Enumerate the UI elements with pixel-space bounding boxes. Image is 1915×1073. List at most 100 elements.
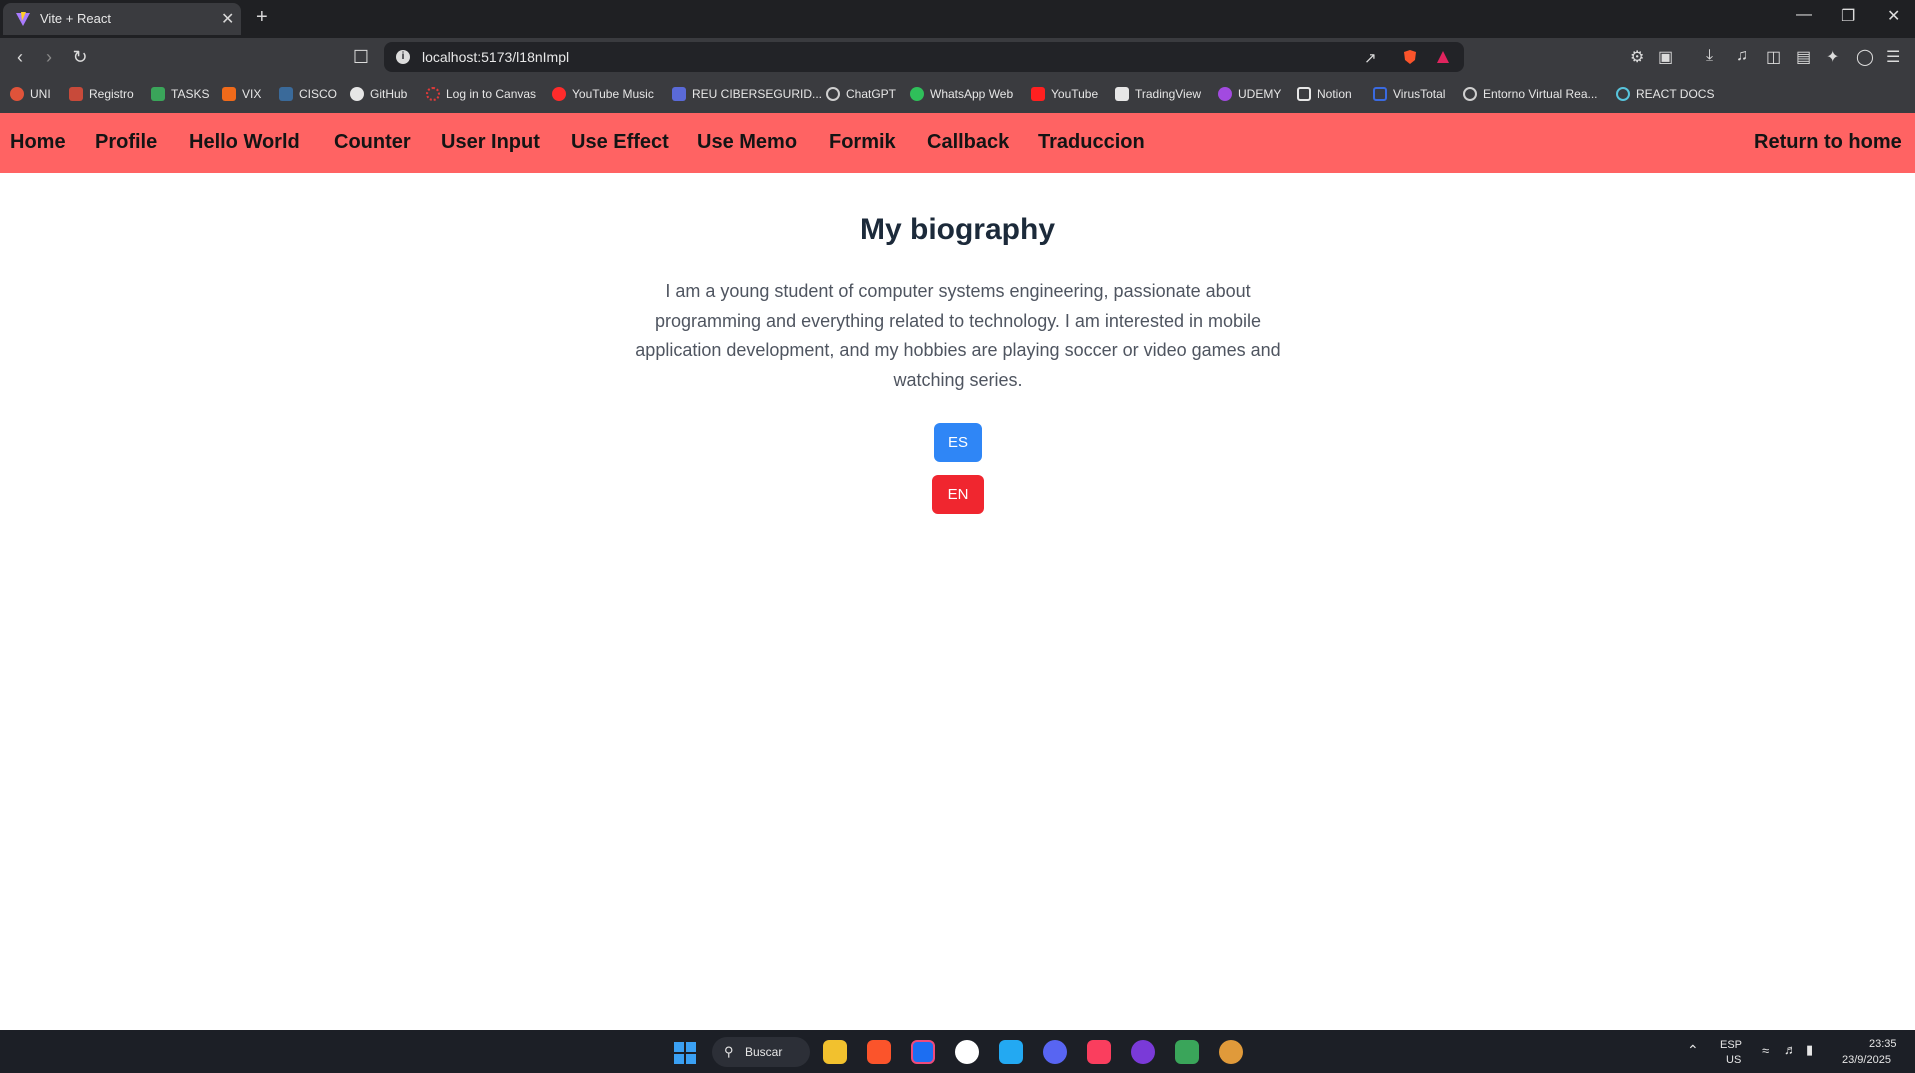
page-title: My biography — [859, 213, 1055, 246]
bookmark-udemy[interactable]: UDEMY — [1218, 86, 1281, 102]
app-store-icon[interactable] — [955, 1040, 979, 1064]
nav-link-formik[interactable]: Formik — [829, 131, 896, 154]
brave-browser-icon[interactable] — [867, 1040, 891, 1064]
bookmark-label: TradingView — [1135, 87, 1202, 101]
new-tab-button[interactable]: + — [256, 6, 268, 29]
close-window-button[interactable]: ✕ — [1887, 6, 1900, 26]
brave-rewards-icon[interactable] — [1436, 50, 1450, 64]
nav-link-home[interactable]: Home — [10, 131, 66, 154]
wifi-icon[interactable]: ≈ — [1762, 1043, 1769, 1058]
bookmark-uni[interactable]: UNI — [10, 86, 51, 102]
nav-link-use-effect[interactable]: Use Effect — [571, 131, 669, 154]
brave-shield-icon[interactable] — [1402, 49, 1418, 65]
tradingview-icon — [1115, 87, 1129, 101]
site-info-icon[interactable]: i — [396, 50, 410, 64]
bookmark-tradingview[interactable]: TradingView — [1115, 86, 1201, 102]
bookmark-notion[interactable]: Notion — [1297, 86, 1352, 102]
biography-text: I am a young student of computer systems… — [635, 281, 1281, 390]
discord-icon[interactable] — [1043, 1040, 1067, 1064]
reload-icon[interactable]: ↻ — [69, 46, 91, 68]
browser-toolbar: ‹ › ↻ ☐ i localhost:5173/l18nImpl ↗ ⚙ ▣ … — [0, 38, 1915, 76]
bookmark-whatsapp[interactable]: WhatsApp Web — [910, 86, 1013, 102]
browser-tab[interactable]: Vite + React ✕ — [3, 3, 241, 35]
windows-start-icon[interactable] — [674, 1042, 696, 1064]
nav-link-profile[interactable]: Profile — [95, 131, 157, 154]
close-tab-icon[interactable]: ✕ — [221, 9, 234, 29]
bookmark-registro[interactable]: Registro — [69, 86, 134, 102]
language-en-button[interactable]: EN — [932, 475, 984, 514]
language-es-button[interactable]: ES — [934, 423, 982, 462]
forward-icon[interactable]: › — [38, 46, 60, 68]
tab-title: Vite + React — [40, 11, 111, 26]
bookmark-canvas[interactable]: Log in to Canvas — [426, 86, 536, 102]
wallet-icon[interactable]: ▤ — [1796, 47, 1811, 67]
bookmark-cisco[interactable]: CISCO — [279, 86, 337, 102]
url-text[interactable]: localhost:5173/l18nImpl — [422, 49, 569, 65]
nav-link-hello-world[interactable]: Hello World — [189, 131, 300, 154]
tab-search-icon[interactable]: ▣ — [1658, 47, 1673, 67]
vpn-icon[interactable]: ◯ — [1856, 47, 1874, 67]
bookmark-tasks[interactable]: TASKS — [151, 86, 209, 102]
vscode-icon[interactable] — [999, 1040, 1023, 1064]
music-icon[interactable] — [1087, 1040, 1111, 1064]
youtube-music-icon — [552, 87, 566, 101]
bookmark-label: UDEMY — [1238, 87, 1282, 101]
bookmark-label: TASKS — [171, 87, 210, 101]
menu-icon[interactable]: ☰ — [1886, 47, 1900, 67]
return-home-link[interactable]: Return to home — [1754, 131, 1902, 154]
bookmarks-bar: UNI Registro TASKS VIX CISCO GitHub Log … — [0, 76, 1915, 113]
bookmark-github[interactable]: GitHub — [350, 86, 407, 102]
windows-taskbar: ⚲ Buscar ⌃ ESP US ≈ ♬ ▮ 23:35 23/9/2025 — [0, 1030, 1915, 1073]
bookmark-chatgpt[interactable]: ChatGPT — [826, 86, 896, 102]
minimize-window-button[interactable]: — — [1796, 6, 1812, 24]
media-icon[interactable]: ♫ — [1736, 47, 1748, 65]
bookmark-label: REACT DOCS — [1636, 87, 1715, 101]
bookmark-icon[interactable]: ☐ — [350, 46, 372, 68]
clock-time[interactable]: 23:35 — [1869, 1038, 1897, 1050]
bookmark-label: VIX — [242, 87, 262, 101]
leo-ai-icon[interactable]: ✦ — [1826, 47, 1839, 67]
battery-icon[interactable]: ▮ — [1806, 1042, 1813, 1058]
media-player-icon[interactable] — [1175, 1040, 1199, 1064]
bookmark-label: GitHub — [370, 87, 408, 101]
file-explorer-icon[interactable] — [823, 1040, 847, 1064]
share-icon[interactable]: ↗ — [1364, 49, 1377, 67]
bookmark-reu[interactable]: REU CIBERSEGURID... — [672, 86, 822, 102]
downloads-icon[interactable]: ⤓ — [1706, 47, 1713, 65]
nav-link-callback[interactable]: Callback — [927, 131, 1009, 154]
bear-app-icon[interactable] — [1219, 1040, 1243, 1064]
bookmark-vix[interactable]: VIX — [222, 86, 261, 102]
canvas-icon — [426, 87, 440, 101]
app-navbar: Home Profile Hello World Counter User In… — [0, 113, 1915, 173]
nav-link-use-memo[interactable]: Use Memo — [697, 131, 797, 154]
bookmark-react-docs[interactable]: REACT DOCS — [1616, 86, 1714, 102]
restore-window-button[interactable]: ❐ — [1841, 6, 1855, 26]
clock-date[interactable]: 23/9/2025 — [1842, 1054, 1891, 1066]
entorno-virtual-icon — [1463, 87, 1477, 101]
bookmark-label: VirusTotal — [1393, 87, 1446, 101]
react-icon — [1616, 87, 1630, 101]
cisco-icon — [279, 87, 293, 101]
nav-link-traduccion[interactable]: Traduccion — [1038, 131, 1145, 154]
github-desktop-icon[interactable] — [1131, 1040, 1155, 1064]
keyboard-language-top[interactable]: ESP — [1720, 1039, 1742, 1051]
keyboard-language-bottom[interactable]: US — [1726, 1054, 1741, 1066]
nav-link-counter[interactable]: Counter — [334, 131, 411, 154]
chevron-up-icon[interactable]: ⌃ — [1687, 1042, 1699, 1059]
vite-logo-icon — [16, 12, 30, 26]
back-icon[interactable]: ‹ — [9, 46, 31, 68]
teams-icon — [672, 87, 686, 101]
bookmark-entorno-virtual[interactable]: Entorno Virtual Rea... — [1463, 86, 1598, 102]
bookmark-virustotal[interactable]: VirusTotal — [1373, 86, 1445, 102]
volume-icon[interactable]: ♬ — [1784, 1042, 1797, 1057]
nav-link-user-input[interactable]: User Input — [441, 131, 540, 154]
bookmark-label: Notion — [1317, 87, 1352, 101]
address-bar[interactable]: i localhost:5173/l18nImpl ↗ — [384, 42, 1464, 72]
tasks-icon — [151, 87, 165, 101]
bookmark-youtube-music[interactable]: YouTube Music — [552, 86, 654, 102]
taskbar-search[interactable]: ⚲ Buscar — [712, 1037, 810, 1067]
intellij-icon[interactable] — [911, 1040, 935, 1064]
sidebar-icon[interactable]: ◫ — [1766, 47, 1781, 67]
bookmark-youtube[interactable]: YouTube — [1031, 86, 1098, 102]
extensions-icon[interactable]: ⚙ — [1630, 47, 1644, 67]
